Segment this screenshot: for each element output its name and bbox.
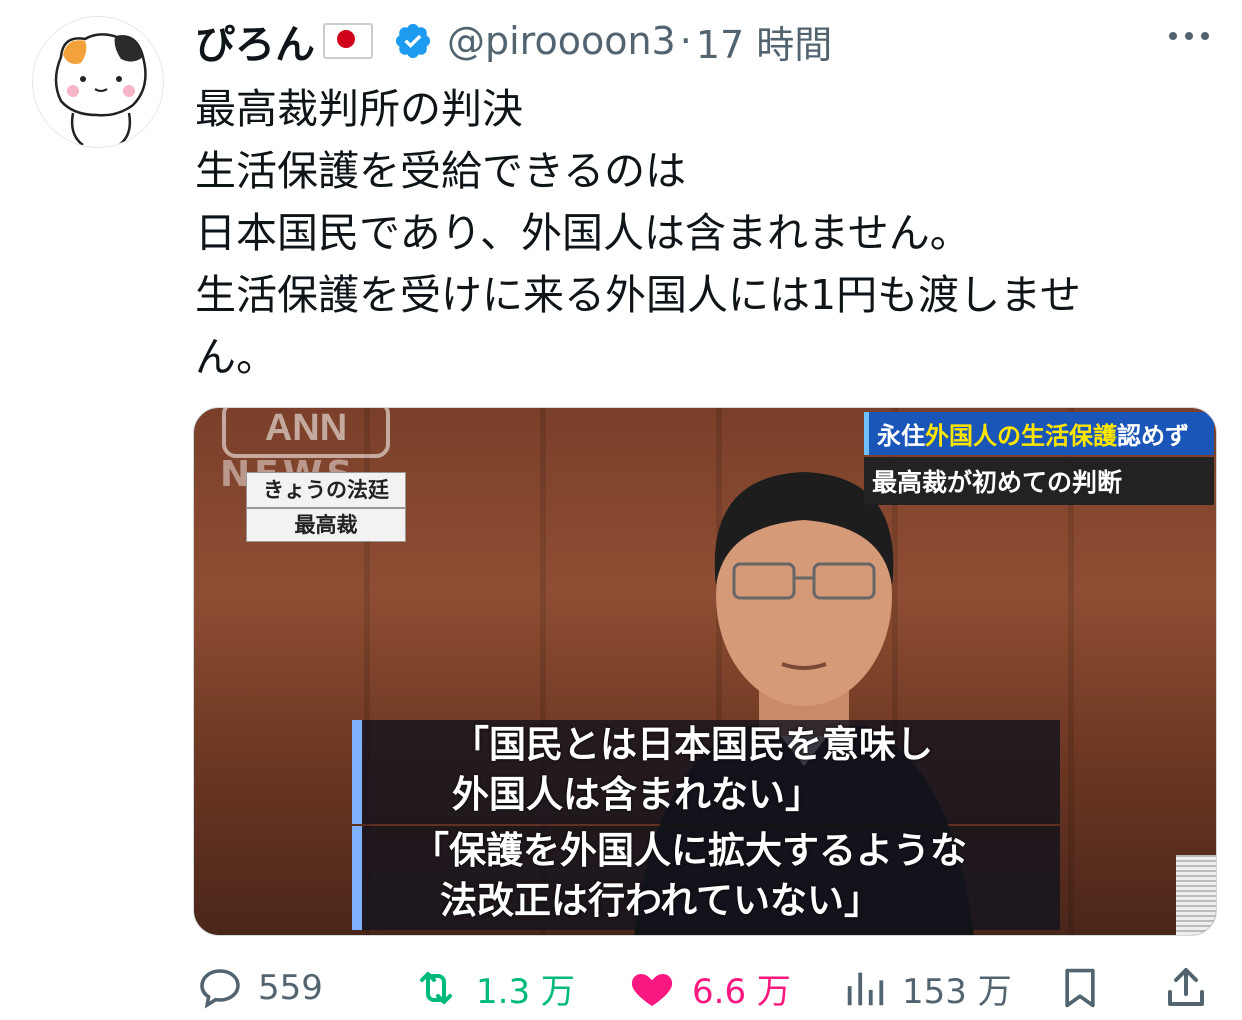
tweet-line: 生活保護を受給できるのは	[195, 147, 687, 195]
japan-flag-icon	[323, 23, 373, 59]
action-bar: 559 1.3 万 6.6 万 153 万	[0, 960, 1242, 1020]
location-label: 最高裁	[246, 508, 406, 542]
tweet-line: 生活保護を受けに来る外国人には1円も渡しませ	[195, 271, 1081, 319]
reply-count: 559	[258, 968, 323, 1008]
program-label: きょうの法廷	[246, 472, 406, 508]
tweet-header: ぴろん @piroooon3 · 17 時間	[195, 14, 832, 68]
more-options-icon[interactable]	[1166, 26, 1212, 46]
share-icon	[1168, 968, 1204, 1006]
reply-icon	[200, 969, 240, 1009]
calico-cat-avatar-icon	[33, 17, 163, 147]
subtitle-line: 外国人は含まれない」	[452, 773, 822, 816]
reply-button[interactable]: 559	[196, 960, 323, 1016]
verified-badge-icon[interactable]	[393, 21, 433, 61]
headline-suffix: 認めず	[1117, 422, 1189, 450]
news-headline: 永住外国人の生活保護認めず 最高裁が初めての判断	[864, 412, 1214, 505]
headline-line-1: 永住外国人の生活保護認めず	[864, 412, 1214, 455]
document-stack	[1176, 855, 1216, 935]
author-handle[interactable]: @piroooon3	[447, 19, 676, 63]
bookmark-icon	[1065, 968, 1095, 1008]
retweet-icon	[420, 972, 452, 1004]
headline-highlight: 外国人の生活保護	[925, 422, 1117, 450]
retweet-button[interactable]: 1.3 万	[410, 960, 575, 1016]
avatar[interactable]	[32, 16, 164, 148]
headline-prefix: 永住	[877, 422, 925, 450]
share-button[interactable]	[1162, 960, 1224, 1016]
subtitle-line: 「国民とは日本国民を意味し	[452, 723, 933, 766]
retweet-count: 1.3 万	[476, 971, 575, 1012]
headline-line-2: 最高裁が初めての判断	[864, 457, 1214, 505]
bookmark-button[interactable]	[1058, 960, 1116, 1016]
timestamp[interactable]: 17 時間	[696, 14, 832, 69]
like-button[interactable]: 6.6 万	[626, 960, 791, 1016]
author-name[interactable]: ぴろん	[195, 12, 315, 70]
ann-logo: ANN	[222, 408, 390, 458]
views-button[interactable]: 153 万	[842, 960, 1012, 1016]
subtitle-line: 法改正は行われていない」	[440, 879, 882, 922]
subtitle-line: 「保護を外国人に拡大するような	[412, 829, 967, 872]
tweet-text: 最高裁判所の判決 生活保護を受給できるのは 日本国民であり、外国人は含まれません…	[195, 78, 1205, 388]
view-count: 153 万	[902, 971, 1012, 1012]
separator-dot: ·	[679, 19, 692, 63]
heart-filled-icon	[631, 974, 673, 1006]
tweet-media-image[interactable]: ANN NEWS きょうの法廷 最高裁 永住外国人の生活保護認めず 最高裁が初め…	[193, 407, 1217, 936]
views-chart-icon	[847, 972, 884, 1006]
tweet-line: 日本国民であり、外国人は含まれません。	[195, 209, 971, 257]
tweet-line: ん。	[195, 333, 277, 381]
tweet-line: 最高裁判所の判決	[195, 85, 523, 133]
like-count: 6.6 万	[692, 971, 791, 1012]
subtitle-quote-1: 「国民とは日本国民を意味し 外国人は含まれない」	[352, 720, 1060, 824]
subtitle-quote-2: 「保護を外国人に拡大するような 法改正は行われていない」	[352, 826, 1060, 930]
